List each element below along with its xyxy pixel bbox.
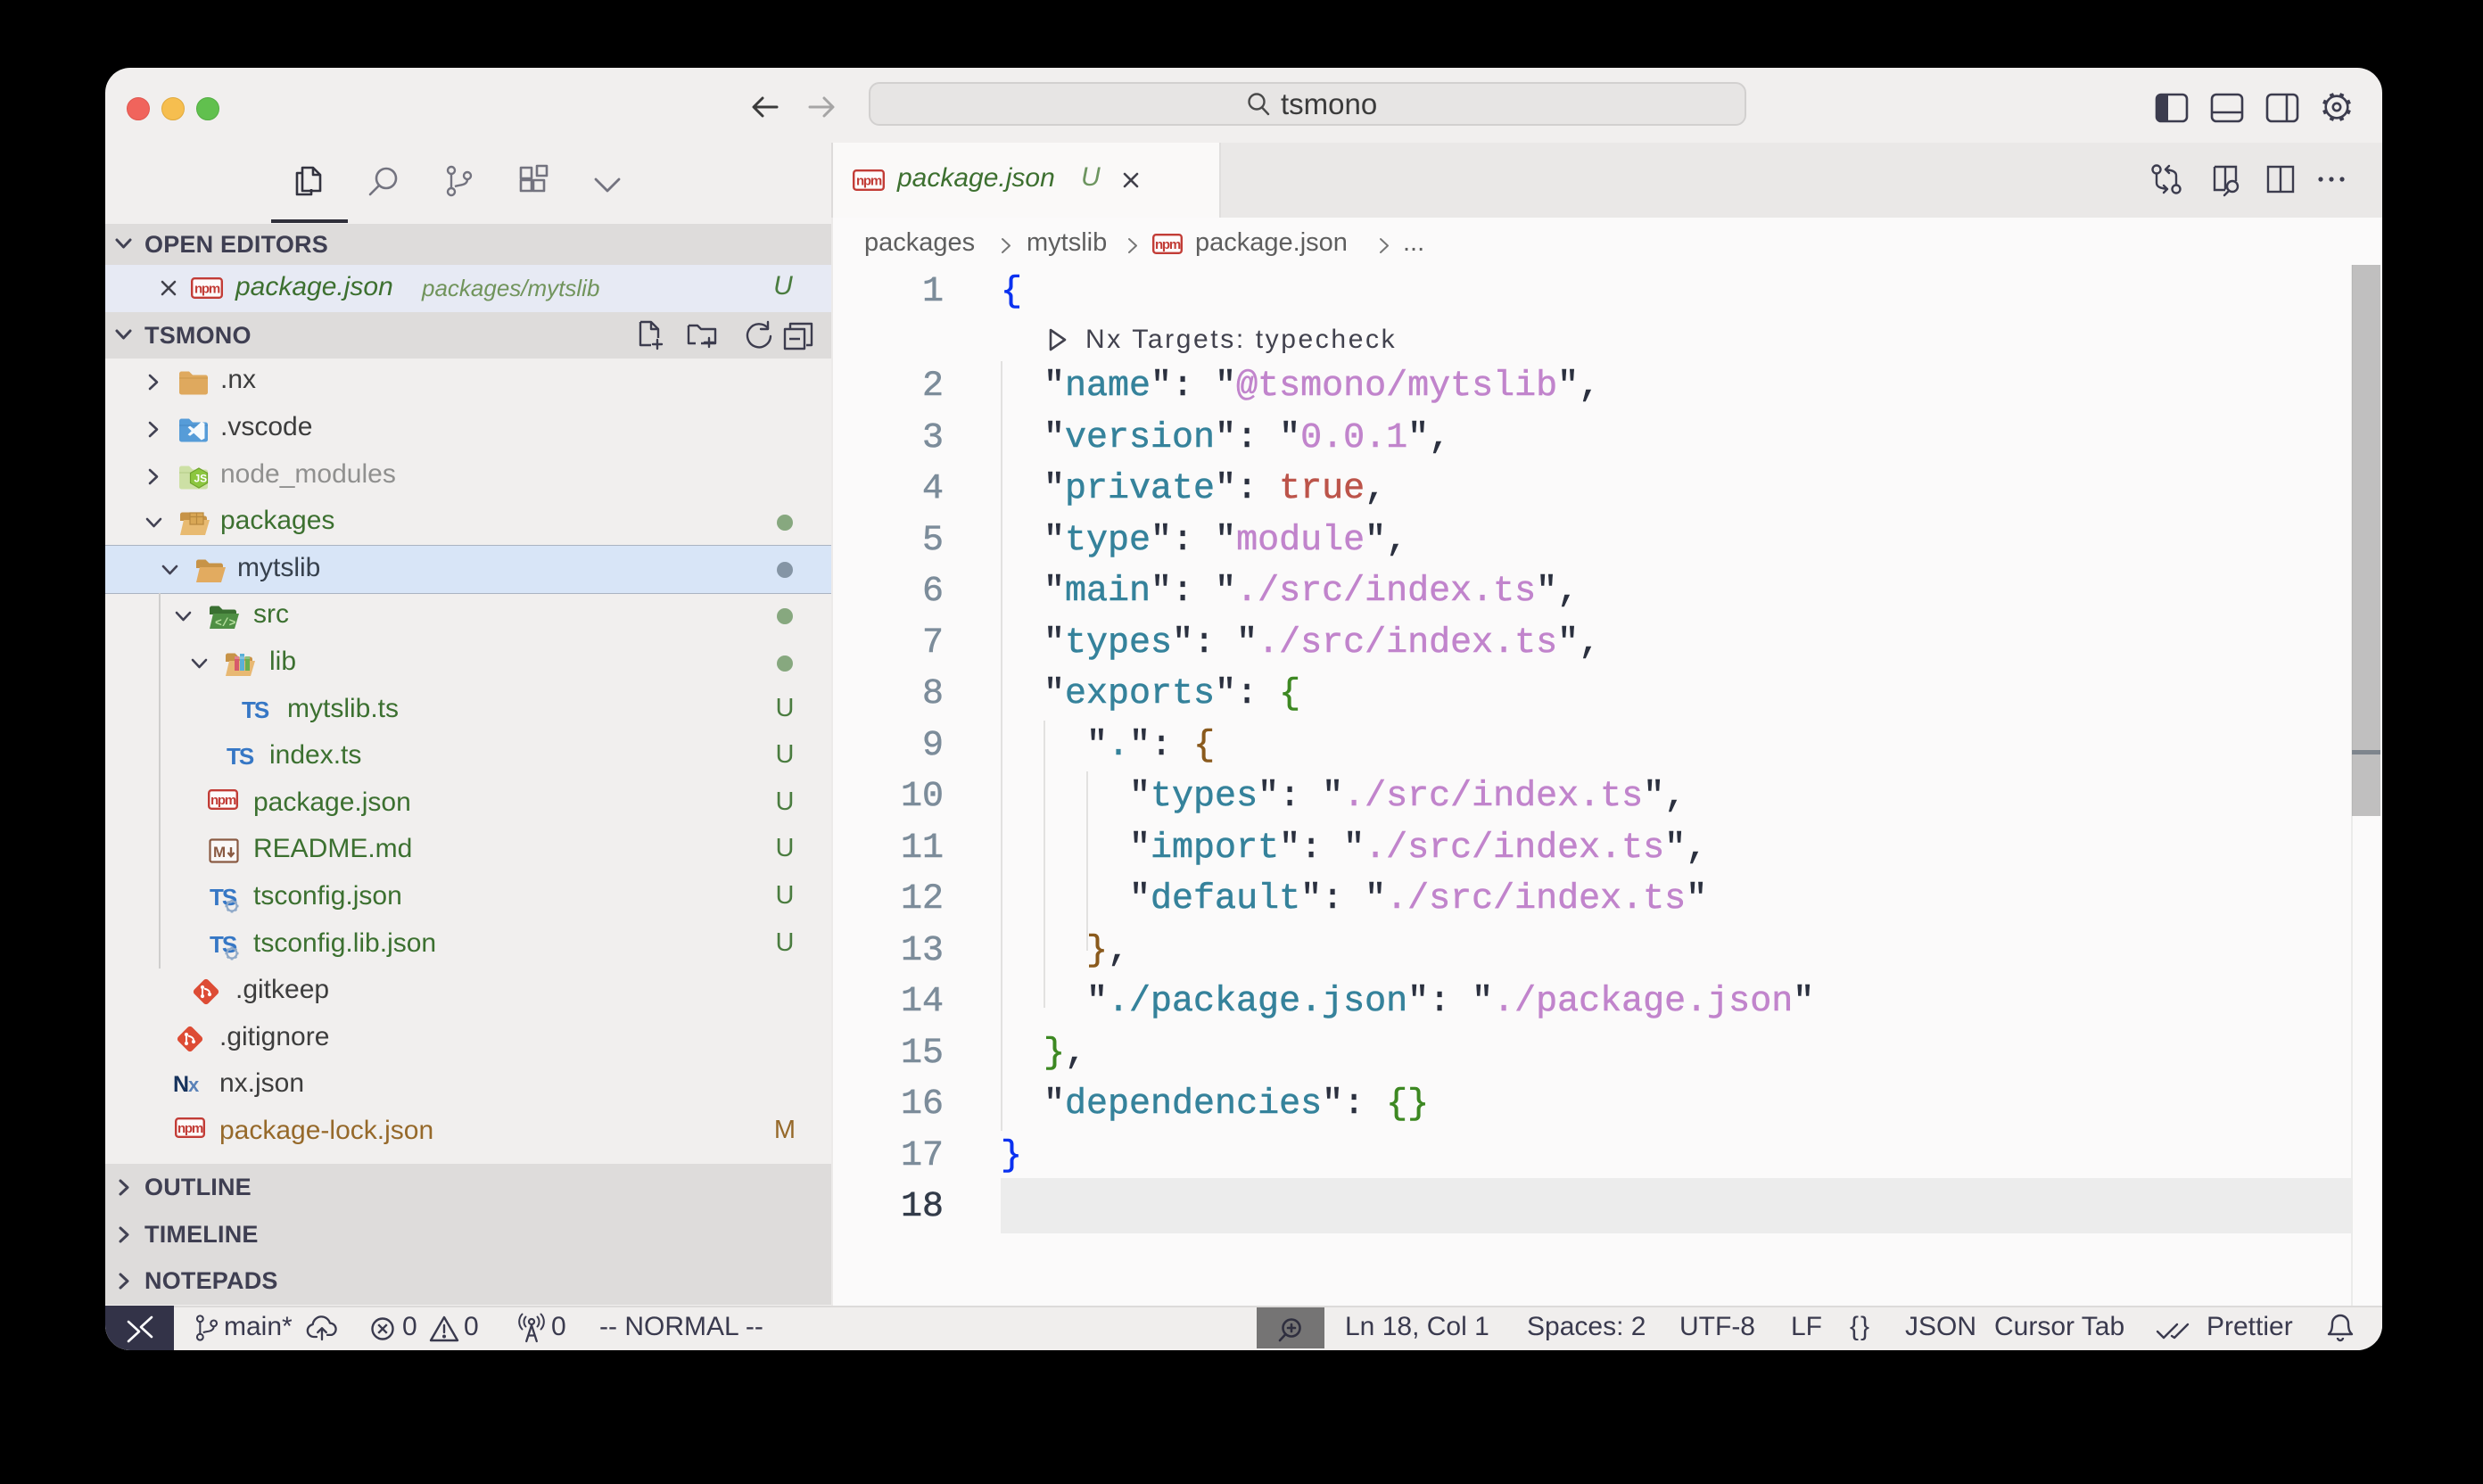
svg-text:TS: TS xyxy=(227,743,254,770)
svg-text:TS: TS xyxy=(210,884,237,911)
svg-text:npm: npm xyxy=(194,282,220,297)
svg-text:npm: npm xyxy=(1155,237,1181,252)
svg-text:M: M xyxy=(213,844,226,861)
svg-text:JS: JS xyxy=(194,472,208,484)
svg-text:x: x xyxy=(188,1074,200,1096)
svg-text:N: N xyxy=(173,1072,188,1097)
svg-text:npm: npm xyxy=(177,1121,203,1136)
svg-text:TS: TS xyxy=(210,931,237,958)
svg-text:npm: npm xyxy=(210,793,236,808)
svg-text:</>: </> xyxy=(215,616,236,630)
svg-text:npm: npm xyxy=(856,174,882,189)
svg-text:TS: TS xyxy=(242,697,269,723)
